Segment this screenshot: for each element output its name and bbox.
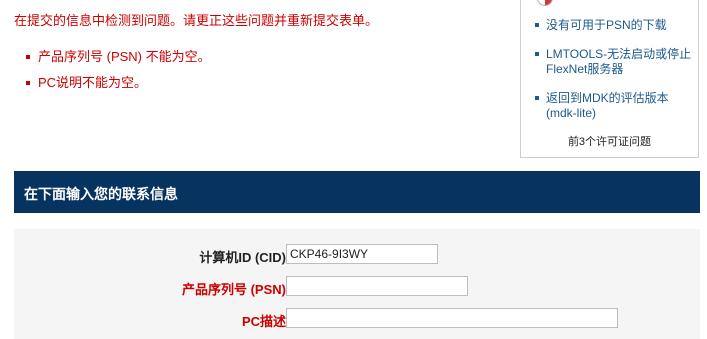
cid-label: 计算机ID (CID) (199, 250, 286, 265)
related-link-label: LMTOOLS-无法启动或停止FlexNet服务器 (546, 47, 692, 76)
bullet-icon (26, 55, 30, 59)
bullet-icon (535, 23, 539, 27)
related-link-lmtools[interactable]: LMTOOLS-无法启动或停止FlexNet服务器 (535, 47, 695, 77)
bullet-icon (535, 52, 539, 56)
form-row-psn: 产品序列号 (PSN) : (14, 276, 700, 298)
related-link-label: 没有可用于PSN的下载 (546, 18, 667, 32)
psn-label: 产品序列号 (PSN) (181, 282, 286, 297)
error-list: 产品序列号 (PSN) 不能为空。 PC说明不能为空。 (24, 48, 211, 100)
cid-input[interactable] (286, 244, 438, 264)
contact-section-title: 在下面输入您的联系信息 (24, 186, 178, 202)
related-link-mdk-lite[interactable]: 返回到MDK的评估版本(mdk-lite) (535, 91, 695, 121)
form-row-cid: 计算机ID (CID) : (14, 244, 700, 266)
bullet-icon (26, 81, 30, 85)
pc-description-input[interactable] (286, 308, 618, 328)
contact-form: 计算机ID (CID) : 产品序列号 (PSN) : PC描述 : (14, 229, 700, 339)
related-links-footer: 前3个许可证问题 (567, 136, 652, 148)
related-link-no-downloads[interactable]: 没有可用于PSN的下载 (535, 18, 695, 33)
form-row-pc: PC描述 : (14, 308, 700, 330)
pc-label: PC描述 (241, 314, 286, 329)
page: 在提交的信息中检测到问题。请更正这些问题并重新提交表单。 产品序列号 (PSN)… (0, 0, 707, 339)
contact-section-header: 在下面输入您的联系信息 (14, 171, 700, 213)
error-item-text: PC说明不能为空。 (38, 75, 148, 90)
related-links-panel: 没有可用于PSN的下载 LMTOOLS-无法启动或停止FlexNet服务器 返回… (520, 0, 699, 158)
related-links-list: 没有可用于PSN的下载 LMTOOLS-无法启动或停止FlexNet服务器 返回… (535, 18, 695, 135)
error-item: PC说明不能为空。 (24, 74, 211, 100)
related-link-label: 返回到MDK的评估版本(mdk-lite) (546, 91, 669, 120)
error-item: 产品序列号 (PSN) 不能为空。 (24, 48, 211, 74)
bullet-icon (535, 96, 539, 100)
psn-input[interactable] (286, 276, 468, 296)
error-item-text: 产品序列号 (PSN) 不能为空。 (38, 49, 211, 64)
status-icon (537, 0, 553, 6)
error-summary: 在提交的信息中检测到问题。请更正这些问题并重新提交表单。 (14, 13, 379, 28)
